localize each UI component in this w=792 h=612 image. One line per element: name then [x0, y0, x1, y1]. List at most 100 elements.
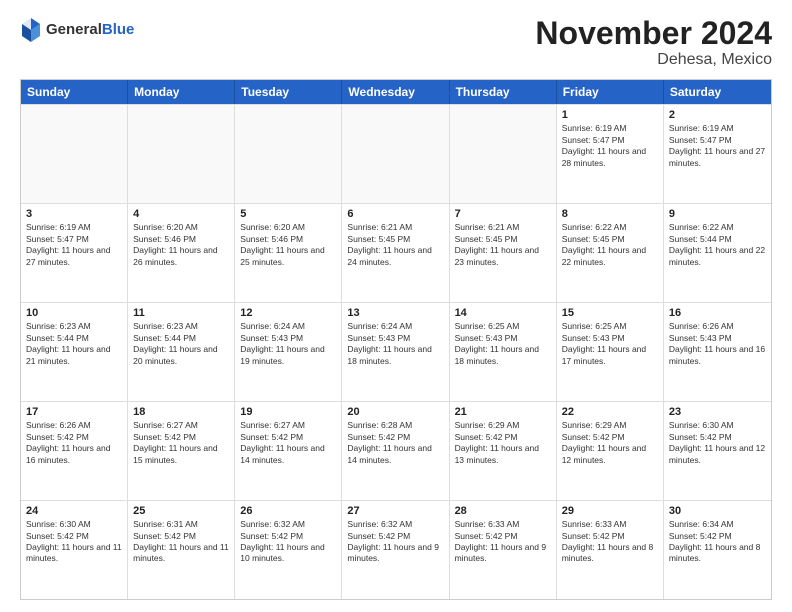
calendar-cell: 18 Sunrise: 6:27 AMSunset: 5:42 PMDayligh… — [128, 402, 235, 500]
day-number: 27 — [347, 505, 443, 517]
header-day-monday: Monday — [128, 80, 235, 104]
calendar-cell — [21, 105, 128, 203]
calendar-header: SundayMondayTuesdayWednesdayThursdayFrid… — [21, 80, 771, 104]
day-info: Sunrise: 6:33 AMSunset: 5:42 PMDaylight:… — [562, 519, 658, 565]
day-info: Sunrise: 6:19 AMSunset: 5:47 PMDaylight:… — [26, 222, 122, 268]
page: GeneralBlue November 2024 Dehesa, Mexico… — [0, 0, 792, 612]
day-info: Sunrise: 6:22 AMSunset: 5:45 PMDaylight:… — [562, 222, 658, 268]
calendar-cell: 13Sunrise: 6:24 AMSunset: 5:43 PMDayligh… — [342, 303, 449, 401]
calendar-cell: 6 Sunrise: 6:21 AMSunset: 5:45 PMDaylight… — [342, 204, 449, 302]
day-info: Sunrise: 6:25 AMSunset: 5:43 PMDaylight:… — [455, 321, 551, 367]
calendar-cell: 14Sunrise: 6:25 AMSunset: 5:43 PMDayligh… — [450, 303, 557, 401]
day-info: Sunrise: 6:23 AMSunset: 5:44 PMDaylight:… — [26, 321, 122, 367]
day-info: Sunrise: 6:19 AMSunset: 5:47 PMDaylight:… — [562, 123, 658, 169]
day-info: Sunrise: 6:34 AMSunset: 5:42 PMDaylight:… — [669, 519, 766, 565]
logo-text: GeneralBlue — [46, 22, 134, 39]
day-info: Sunrise: 6:19 AMSunset: 5:47 PMDaylight:… — [669, 123, 766, 169]
calendar-cell: 19 Sunrise: 6:27 AMSunset: 5:42 PMDayligh… — [235, 402, 342, 500]
calendar-cell: 30 Sunrise: 6:34 AMSunset: 5:42 PMDayligh… — [664, 501, 771, 599]
calendar-cell: 21 Sunrise: 6:29 AMSunset: 5:42 PMDayligh… — [450, 402, 557, 500]
day-info: Sunrise: 6:27 AMSunset: 5:42 PMDaylight:… — [240, 420, 336, 466]
day-info: Sunrise: 6:26 AMSunset: 5:42 PMDaylight:… — [26, 420, 122, 466]
day-number: 9 — [669, 208, 766, 220]
calendar-cell: 3 Sunrise: 6:19 AMSunset: 5:47 PMDaylight… — [21, 204, 128, 302]
calendar-cell — [450, 105, 557, 203]
day-number: 16 — [669, 307, 766, 319]
day-number: 18 — [133, 406, 229, 418]
calendar-cell: 12 Sunrise: 6:24 AMSunset: 5:43 PMDayligh… — [235, 303, 342, 401]
header-day-thursday: Thursday — [450, 80, 557, 104]
month-title: November 2024 — [535, 16, 772, 51]
day-number: 24 — [26, 505, 122, 517]
day-number: 1 — [562, 109, 658, 121]
day-info: Sunrise: 6:26 AMSunset: 5:43 PMDaylight:… — [669, 321, 766, 367]
day-info: Sunrise: 6:20 AMSunset: 5:46 PMDaylight:… — [133, 222, 229, 268]
calendar-cell: 10Sunrise: 6:23 AMSunset: 5:44 PMDayligh… — [21, 303, 128, 401]
calendar-cell: 4 Sunrise: 6:20 AMSunset: 5:46 PMDaylight… — [128, 204, 235, 302]
day-info: Sunrise: 6:21 AMSunset: 5:45 PMDaylight:… — [455, 222, 551, 268]
calendar-cell — [342, 105, 449, 203]
calendar-cell: 20 Sunrise: 6:28 AMSunset: 5:42 PMDayligh… — [342, 402, 449, 500]
calendar-cell: 23Sunrise: 6:30 AMSunset: 5:42 PMDayligh… — [664, 402, 771, 500]
day-number: 7 — [455, 208, 551, 220]
header-day-tuesday: Tuesday — [235, 80, 342, 104]
calendar-row: 3 Sunrise: 6:19 AMSunset: 5:47 PMDaylight… — [21, 203, 771, 302]
header-day-sunday: Sunday — [21, 80, 128, 104]
header-day-saturday: Saturday — [664, 80, 771, 104]
calendar-cell: 25 Sunrise: 6:31 AMSunset: 5:42 PMDayligh… — [128, 501, 235, 599]
day-number: 4 — [133, 208, 229, 220]
logo-blue: Blue — [102, 21, 135, 38]
calendar-cell: 22 Sunrise: 6:29 AMSunset: 5:42 PMDayligh… — [557, 402, 664, 500]
calendar-cell: 2Sunrise: 6:19 AMSunset: 5:47 PMDaylight… — [664, 105, 771, 203]
calendar-cell: 8 Sunrise: 6:22 AMSunset: 5:45 PMDaylight… — [557, 204, 664, 302]
day-number: 5 — [240, 208, 336, 220]
day-info: Sunrise: 6:24 AMSunset: 5:43 PMDaylight:… — [240, 321, 336, 367]
day-info: Sunrise: 6:21 AMSunset: 5:45 PMDaylight:… — [347, 222, 443, 268]
logo-icon — [20, 16, 42, 44]
day-number: 28 — [455, 505, 551, 517]
day-number: 29 — [562, 505, 658, 517]
day-number: 6 — [347, 208, 443, 220]
day-number: 22 — [562, 406, 658, 418]
day-number: 12 — [240, 307, 336, 319]
calendar-cell: 24 Sunrise: 6:30 AMSunset: 5:42 PMDayligh… — [21, 501, 128, 599]
day-number: 21 — [455, 406, 551, 418]
day-info: Sunrise: 6:29 AMSunset: 5:42 PMDaylight:… — [562, 420, 658, 466]
calendar-cell: 29 Sunrise: 6:33 AMSunset: 5:42 PMDayligh… — [557, 501, 664, 599]
location: Dehesa, Mexico — [535, 51, 772, 69]
day-info: Sunrise: 6:22 AMSunset: 5:44 PMDaylight:… — [669, 222, 766, 268]
header-day-wednesday: Wednesday — [342, 80, 449, 104]
calendar-cell: 5Sunrise: 6:20 AMSunset: 5:46 PMDaylight… — [235, 204, 342, 302]
day-info: Sunrise: 6:28 AMSunset: 5:42 PMDaylight:… — [347, 420, 443, 466]
day-number: 25 — [133, 505, 229, 517]
calendar-cell: 26Sunrise: 6:32 AMSunset: 5:42 PMDayligh… — [235, 501, 342, 599]
day-number: 19 — [240, 406, 336, 418]
calendar-cell: 1 Sunrise: 6:19 AMSunset: 5:47 PMDaylight… — [557, 105, 664, 203]
day-number: 20 — [347, 406, 443, 418]
day-info: Sunrise: 6:25 AMSunset: 5:43 PMDaylight:… — [562, 321, 658, 367]
calendar-cell: 27Sunrise: 6:32 AMSunset: 5:42 PMDayligh… — [342, 501, 449, 599]
day-info: Sunrise: 6:30 AMSunset: 5:42 PMDaylight:… — [26, 519, 122, 565]
calendar-cell: 28Sunrise: 6:33 AMSunset: 5:42 PMDayligh… — [450, 501, 557, 599]
day-number: 30 — [669, 505, 766, 517]
calendar-cell: 16 Sunrise: 6:26 AMSunset: 5:43 PMDayligh… — [664, 303, 771, 401]
day-number: 15 — [562, 307, 658, 319]
day-info: Sunrise: 6:23 AMSunset: 5:44 PMDaylight:… — [133, 321, 229, 367]
day-info: Sunrise: 6:27 AMSunset: 5:42 PMDaylight:… — [133, 420, 229, 466]
calendar-row: 1 Sunrise: 6:19 AMSunset: 5:47 PMDaylight… — [21, 104, 771, 203]
calendar-cell — [235, 105, 342, 203]
logo: GeneralBlue — [20, 16, 134, 44]
calendar-cell: 15 Sunrise: 6:25 AMSunset: 5:43 PMDayligh… — [557, 303, 664, 401]
day-number: 8 — [562, 208, 658, 220]
calendar-body: 1 Sunrise: 6:19 AMSunset: 5:47 PMDaylight… — [21, 104, 771, 599]
calendar-row: 10Sunrise: 6:23 AMSunset: 5:44 PMDayligh… — [21, 302, 771, 401]
day-number: 13 — [347, 307, 443, 319]
day-info: Sunrise: 6:31 AMSunset: 5:42 PMDaylight:… — [133, 519, 229, 565]
day-number: 17 — [26, 406, 122, 418]
day-info: Sunrise: 6:29 AMSunset: 5:42 PMDaylight:… — [455, 420, 551, 466]
day-number: 3 — [26, 208, 122, 220]
calendar-cell: 17 Sunrise: 6:26 AMSunset: 5:42 PMDayligh… — [21, 402, 128, 500]
calendar-cell: 7 Sunrise: 6:21 AMSunset: 5:45 PMDaylight… — [450, 204, 557, 302]
title-block: November 2024 Dehesa, Mexico — [535, 16, 772, 69]
day-info: Sunrise: 6:32 AMSunset: 5:42 PMDaylight:… — [240, 519, 336, 565]
